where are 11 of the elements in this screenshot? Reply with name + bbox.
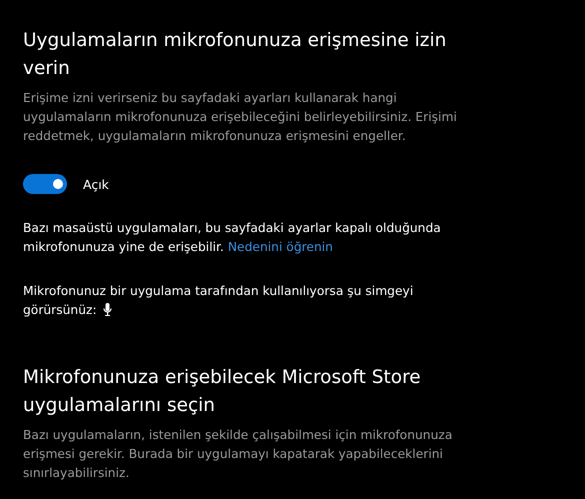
section-title: Mikrofonunuza erişebilecek Microsoft Store uygulamalarını seçin (23, 366, 422, 418)
learn-why-link[interactable]: Nedenini öğrenin (228, 240, 333, 254)
note-text: Mikrofonunuz bir uygulama tarafından kullanılıyorsa şu simgeyi (23, 284, 414, 298)
section-description: Erişime izni verirseniz bu sayfadaki ayarları kullanarak hangi uygulamaların mikrofonunuza erişebileceğini belirleyebilirsiniz. Erişimi reddetmek, uygulamaların mikrofonunuza erişmesini engeller. (23, 90, 458, 145)
note-text: Bazı masaüstü uygulamaları, bu sayfadaki ayarlar kapalı olduğunda mikrofonunuza yine de erişebilir. Nedenini öğrenin (23, 220, 442, 256)
note-text: görürsünüz: (23, 303, 97, 317)
microphone-icon (102, 303, 112, 316)
toggle-label: Açık (83, 176, 109, 192)
section-description: Bazı uygulamaların, istenilen şekilde çalışabilmesi için mikrofonunuza erişmesi gerekir. Burada bir uygulamayı kapatarak yapabileceklerini sınırlayabilirsiniz. (23, 427, 454, 482)
toggle-switch[interactable] (23, 174, 67, 194)
section-title: Uygulamaların mikrofonunuza erişmesine izin verin (23, 29, 448, 81)
